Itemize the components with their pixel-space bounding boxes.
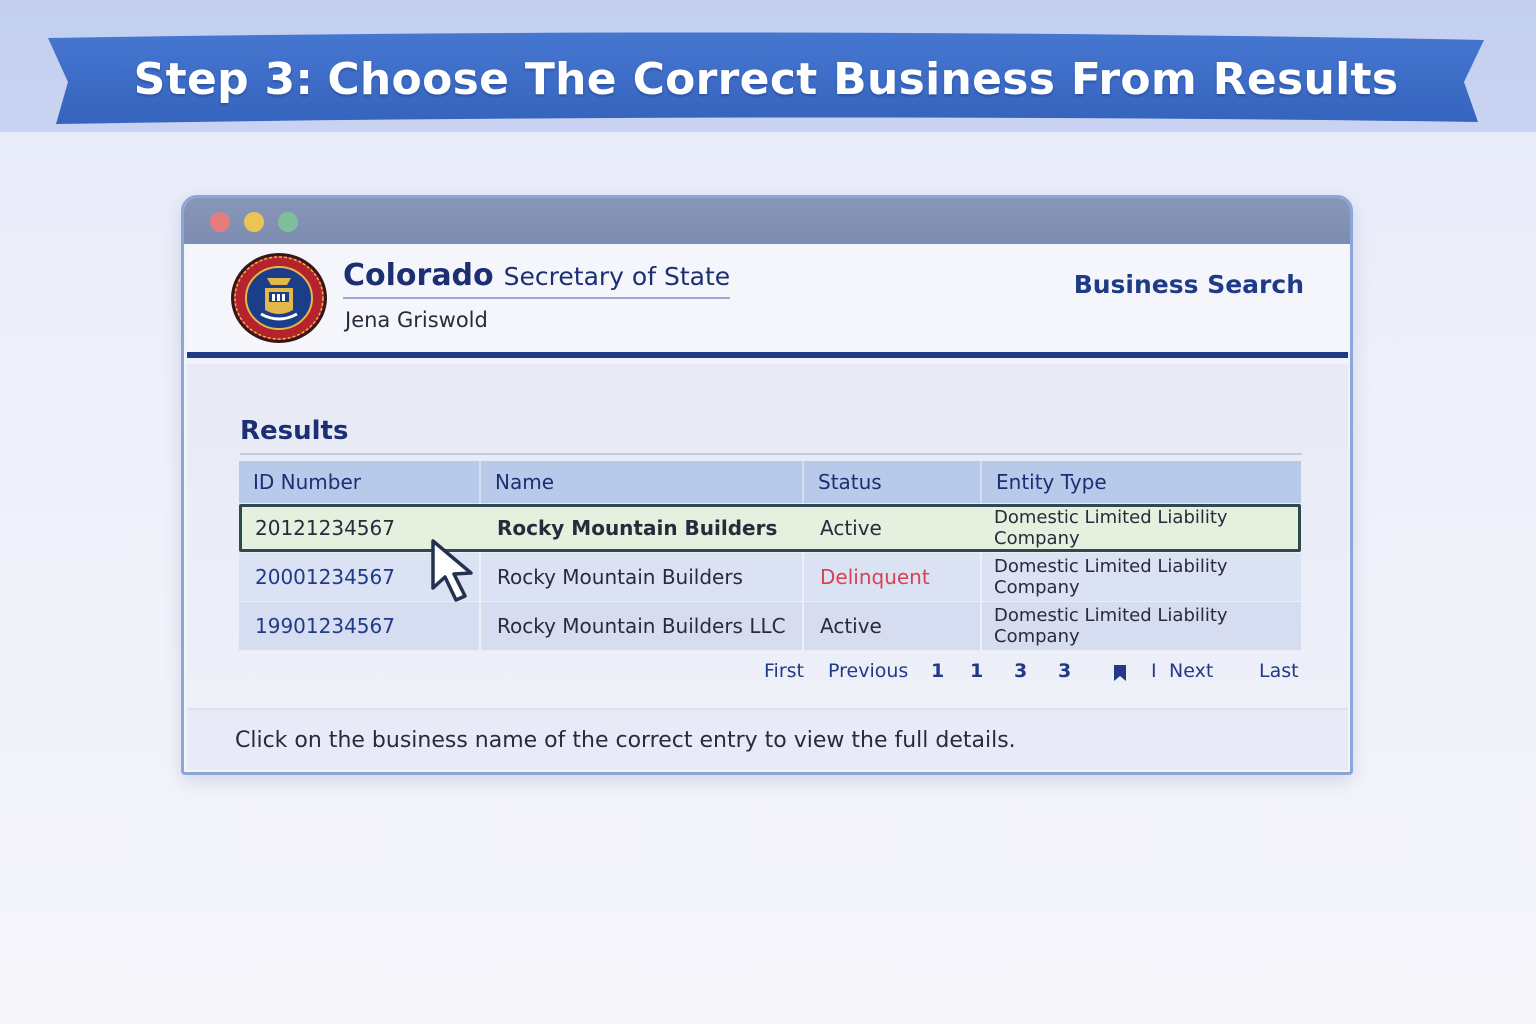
column-header-entity-type[interactable]: Entity Type bbox=[982, 461, 1301, 503]
zoom-dot[interactable] bbox=[278, 212, 298, 232]
site-brand[interactable]: Colorado Secretary of State bbox=[343, 258, 731, 299]
instruction-text: Click on the business name of the correc… bbox=[187, 708, 1348, 770]
column-header-status[interactable]: Status bbox=[804, 461, 982, 503]
results-heading: Results bbox=[240, 416, 349, 446]
pagination-next[interactable]: Next bbox=[1169, 660, 1213, 682]
pagination: First Previous 1 1 3 3 I Next Last bbox=[187, 656, 1348, 690]
table-header: ID Number Name Status Entity Type bbox=[239, 461, 1301, 503]
row-status: Active bbox=[804, 602, 982, 650]
column-header-name[interactable]: Name bbox=[481, 461, 804, 503]
pagination-page[interactable]: 3 bbox=[1014, 660, 1027, 682]
row-status: Delinquent bbox=[804, 553, 982, 601]
results-panel: Results ID Number Name Status Entity Typ… bbox=[187, 364, 1348, 712]
row-entity-type: Domestic Limited Liability Company bbox=[994, 556, 1228, 598]
bookmark-icon[interactable] bbox=[1113, 664, 1127, 686]
row-entity-type: Domestic Limited Liability Company bbox=[994, 507, 1228, 549]
step-title: Choose The Correct Business From Results bbox=[327, 53, 1399, 105]
colorado-seal-icon bbox=[231, 253, 327, 343]
table-row[interactable]: 20001234567 Rocky Mountain Builders Deli… bbox=[239, 553, 1301, 601]
column-header-id[interactable]: ID Number bbox=[239, 461, 481, 503]
pagination-first[interactable]: First bbox=[764, 660, 804, 682]
minimize-dot[interactable] bbox=[244, 212, 264, 232]
pagination-separator: I bbox=[1151, 660, 1157, 682]
business-name-link[interactable]: Rocky Mountain Builders LLC bbox=[481, 602, 804, 650]
browser-window: Colorado Secretary of State Jena Griswol… bbox=[181, 195, 1353, 775]
business-name-link[interactable]: Rocky Mountain Builders bbox=[481, 504, 804, 552]
pagination-previous[interactable]: Previous bbox=[828, 660, 908, 682]
brand-state: Colorado bbox=[343, 258, 494, 293]
business-name-link[interactable]: Rocky Mountain Builders bbox=[481, 553, 804, 601]
step-label: Step 3: bbox=[133, 53, 314, 105]
close-dot[interactable] bbox=[210, 212, 230, 232]
pagination-last[interactable]: Last bbox=[1259, 660, 1299, 682]
pagination-page[interactable]: 1 bbox=[970, 660, 983, 682]
row-id: 19901234567 bbox=[239, 602, 481, 650]
window-titlebar bbox=[184, 198, 1350, 244]
pagination-page[interactable]: 3 bbox=[1058, 660, 1071, 682]
table-row[interactable]: 20121234567 Rocky Mountain Builders Acti… bbox=[239, 504, 1301, 552]
pagination-page[interactable]: 1 bbox=[931, 660, 944, 682]
brand-department: Secretary of State bbox=[503, 262, 731, 291]
step-banner: Step 3: Choose The Correct Business From… bbox=[46, 32, 1486, 126]
business-search-link[interactable]: Business Search bbox=[1074, 270, 1304, 299]
row-entity-type: Domestic Limited Liability Company bbox=[994, 605, 1228, 647]
mouse-pointer-icon bbox=[431, 539, 473, 602]
site-header: Colorado Secretary of State Jena Griswol… bbox=[187, 244, 1348, 358]
divider bbox=[240, 453, 1302, 455]
row-status: Active bbox=[820, 516, 882, 540]
official-name: Jena Griswold bbox=[345, 308, 488, 332]
results-table: ID Number Name Status Entity Type 201212… bbox=[239, 461, 1301, 650]
table-row[interactable]: 19901234567 Rocky Mountain Builders LLC … bbox=[239, 602, 1301, 650]
